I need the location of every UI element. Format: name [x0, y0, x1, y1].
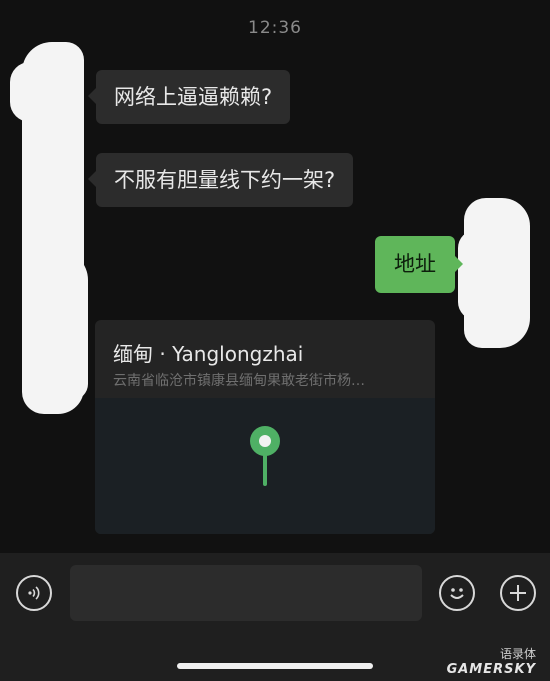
message-bubble-self[interactable]: 地址 [375, 236, 463, 293]
location-card[interactable]: 缅甸 · Yanglongzhai 云南省临沧市镇康县缅甸果敢老街市杨… [95, 320, 435, 534]
location-title: 缅甸 · Yanglongzhai [113, 342, 304, 366]
home-indicator [177, 663, 373, 669]
watermark-brand: GAMERSKY [446, 662, 536, 677]
message-bubble-2[interactable]: 不服有胆量线下约一架? [87, 153, 354, 207]
redacted-avatar-right-part [458, 230, 498, 320]
emoji-icon[interactable] [439, 575, 475, 611]
map-pin-icon [250, 426, 280, 456]
location-map-preview[interactable] [95, 398, 435, 534]
redacted-avatar-left-lower [38, 250, 88, 400]
message-bubble-1[interactable]: 网络上逼逼赖赖? [87, 70, 291, 124]
voice-icon[interactable] [16, 575, 52, 611]
redacted-avatar-left-part [10, 62, 50, 122]
map-pin-stem [263, 454, 267, 486]
message-input[interactable] [70, 565, 422, 621]
watermark: 语录体 GAMERSKY [447, 647, 536, 677]
status-time: 12:36 [248, 18, 302, 38]
plus-icon[interactable] [500, 575, 536, 611]
chat-input-bar: 语录体 GAMERSKY [0, 553, 550, 681]
watermark-account: 语录体 [499, 647, 536, 661]
location-address: 云南省临沧市镇康县缅甸果敢老街市杨… [113, 373, 365, 389]
